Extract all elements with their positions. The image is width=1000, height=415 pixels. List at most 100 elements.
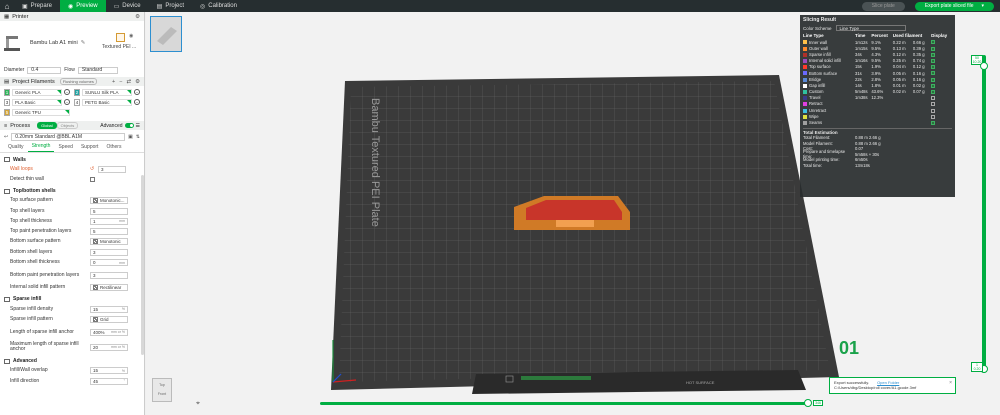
tab-speed[interactable]: Speed bbox=[54, 144, 76, 152]
move-slider-track[interactable] bbox=[320, 402, 808, 405]
flow-label: Flow bbox=[64, 67, 75, 73]
view-cube-top[interactable]: Top bbox=[153, 383, 171, 387]
display-checkbox[interactable] bbox=[931, 120, 936, 125]
setting-input[interactable]: 15% bbox=[90, 305, 128, 313]
remove-icon[interactable]: − bbox=[64, 89, 70, 95]
detect-thin-wall-checkbox[interactable] bbox=[90, 176, 95, 182]
reset-icon[interactable]: ↺ bbox=[90, 166, 98, 172]
setting-row: Maximum length of sparse infill anchor 20… bbox=[4, 340, 140, 355]
edit-icon[interactable]: ✎ bbox=[81, 40, 86, 46]
remove-icon[interactable]: − bbox=[134, 99, 140, 105]
wall-loops-input[interactable]: 3 bbox=[98, 165, 126, 173]
setting-input[interactable]: 20 mm or % bbox=[90, 343, 128, 351]
tab-calibration[interactable]: ◎ Calibration bbox=[192, 0, 245, 12]
display-checkbox[interactable] bbox=[931, 83, 936, 88]
tab-project[interactable]: ▤ Project bbox=[149, 0, 192, 12]
display-checkbox[interactable] bbox=[931, 77, 936, 82]
printer-name-select[interactable]: Bambu Lab A1 mini bbox=[30, 40, 78, 46]
display-checkbox[interactable] bbox=[931, 65, 936, 70]
setting-input[interactable]: 5 bbox=[90, 207, 128, 215]
display-checkbox[interactable] bbox=[931, 108, 936, 113]
setting-input[interactable]: 15% bbox=[90, 367, 128, 375]
compare-icon[interactable]: ⇅ bbox=[136, 134, 140, 140]
filament-item[interactable]: 2 SUNLU Silk PLA − bbox=[74, 88, 140, 96]
display-checkbox[interactable] bbox=[931, 96, 936, 101]
display-checkbox[interactable] bbox=[931, 89, 936, 94]
filament-item[interactable]: 3 PLA Basic − bbox=[4, 98, 70, 106]
filament-item[interactable]: 4 PETG Basic − bbox=[74, 98, 140, 106]
process-preset-select[interactable]: 0.20mm Standard @BBL A1M bbox=[11, 133, 126, 141]
setting-input[interactable]: 3 bbox=[90, 248, 128, 256]
display-checkbox[interactable] bbox=[931, 46, 936, 51]
list-icon[interactable]: ☰ bbox=[136, 123, 140, 129]
filament-item[interactable]: 5 Generic TPU bbox=[4, 108, 70, 116]
group-title: Advanced bbox=[13, 358, 37, 365]
save-icon[interactable]: ▣ bbox=[128, 134, 133, 140]
settings-scrollbar[interactable] bbox=[141, 175, 144, 355]
gear-icon[interactable]: ⚙ bbox=[135, 14, 140, 20]
chevron-down-icon[interactable]: ▾ bbox=[981, 3, 984, 9]
plate-type-select[interactable]: ◉ Textured PEI ... bbox=[102, 33, 136, 53]
setting-label: Bottom shell thickness bbox=[10, 259, 60, 266]
export-sliced-file-button[interactable]: Export plate sliced file ▾ bbox=[914, 1, 994, 11]
table-header: Line Type Time Percent Used filament Dis… bbox=[803, 32, 952, 39]
minus-icon[interactable]: − bbox=[119, 79, 122, 85]
setting-input[interactable]: 45 ° bbox=[90, 377, 128, 385]
layer-slider-top-handle[interactable] bbox=[980, 62, 988, 70]
setting-input[interactable]: 5 bbox=[90, 228, 128, 236]
zoom-fit-icon[interactable]: ⌖ bbox=[196, 400, 200, 408]
display-checkbox[interactable] bbox=[931, 114, 936, 119]
display-checkbox[interactable] bbox=[931, 71, 936, 76]
filament-name-select[interactable]: PETG Basic bbox=[82, 98, 132, 106]
flushing-volumes-button[interactable]: Flushing volumes bbox=[59, 78, 97, 85]
move-slider-handle[interactable] bbox=[804, 399, 812, 407]
tab-preview[interactable]: ◉ Preview bbox=[60, 0, 106, 12]
setting-input[interactable]: 0 mm bbox=[90, 259, 128, 267]
color-scheme-select[interactable]: Line Type bbox=[835, 25, 906, 31]
pattern-select[interactable]: Monotonic bbox=[90, 238, 128, 246]
advanced-toggle[interactable]: Advanced ☰ bbox=[100, 123, 140, 129]
tab-device[interactable]: ▭ Device bbox=[106, 0, 149, 12]
pattern-select[interactable]: Rectilinear bbox=[90, 284, 128, 292]
home-icon[interactable]: ⌂ bbox=[0, 0, 14, 12]
plate-thumbnail[interactable] bbox=[150, 16, 182, 52]
view-cube-front[interactable]: Front bbox=[153, 392, 171, 396]
filament-name-select[interactable]: SUNLU Silk PLA bbox=[82, 88, 132, 96]
setting-input[interactable]: 1 mm bbox=[90, 217, 128, 225]
monitor-icon: ▭ bbox=[113, 3, 120, 10]
display-checkbox[interactable] bbox=[931, 59, 936, 64]
tab-support[interactable]: Support bbox=[77, 144, 103, 152]
filament-item[interactable]: 1 Generic PLA − bbox=[4, 88, 70, 96]
setting-unit: % bbox=[121, 307, 125, 312]
toggle-objects[interactable]: Objects bbox=[56, 122, 79, 129]
filament-name-select[interactable]: Generic PLA bbox=[12, 88, 62, 96]
flow-select[interactable]: Standard bbox=[77, 66, 118, 74]
pattern-select[interactable]: Grid bbox=[90, 315, 128, 323]
filament-name-select[interactable]: PLA Basic bbox=[12, 98, 62, 106]
tab-prepare[interactable]: ▣ Prepare bbox=[14, 0, 60, 12]
setting-input[interactable]: 3 bbox=[90, 271, 128, 279]
advanced-switch[interactable] bbox=[124, 123, 134, 128]
slice-plate-button[interactable]: Slice plate bbox=[861, 1, 905, 11]
display-checkbox[interactable] bbox=[931, 102, 936, 107]
toggle-global[interactable]: Global bbox=[37, 122, 57, 129]
tab-others[interactable]: Others bbox=[102, 144, 125, 152]
layer-slider-track[interactable] bbox=[982, 55, 986, 373]
gear-icon[interactable]: ⚙ bbox=[135, 79, 140, 85]
remove-icon[interactable]: − bbox=[64, 99, 70, 105]
display-checkbox[interactable] bbox=[931, 40, 936, 45]
tab-quality[interactable]: Quality bbox=[4, 144, 28, 152]
eye-icon[interactable]: ◉ bbox=[129, 33, 133, 39]
remove-icon[interactable]: − bbox=[134, 89, 140, 95]
diameter-select[interactable]: 0.4 bbox=[27, 66, 62, 74]
filament-name-select[interactable]: Generic TPU bbox=[12, 108, 70, 116]
pattern-select[interactable]: Monotonic... bbox=[90, 197, 128, 205]
estimation-value: 13m18s bbox=[855, 162, 870, 168]
tab-strength[interactable]: Strength bbox=[27, 143, 55, 152]
view-cube[interactable]: Top Front bbox=[152, 378, 172, 402]
close-icon[interactable]: × bbox=[949, 380, 952, 386]
setting-input[interactable]: 400% mm or % bbox=[90, 328, 128, 336]
add-icon[interactable]: + bbox=[112, 79, 115, 85]
display-checkbox[interactable] bbox=[931, 52, 936, 57]
sync-icon[interactable]: ⇄ bbox=[126, 79, 131, 85]
